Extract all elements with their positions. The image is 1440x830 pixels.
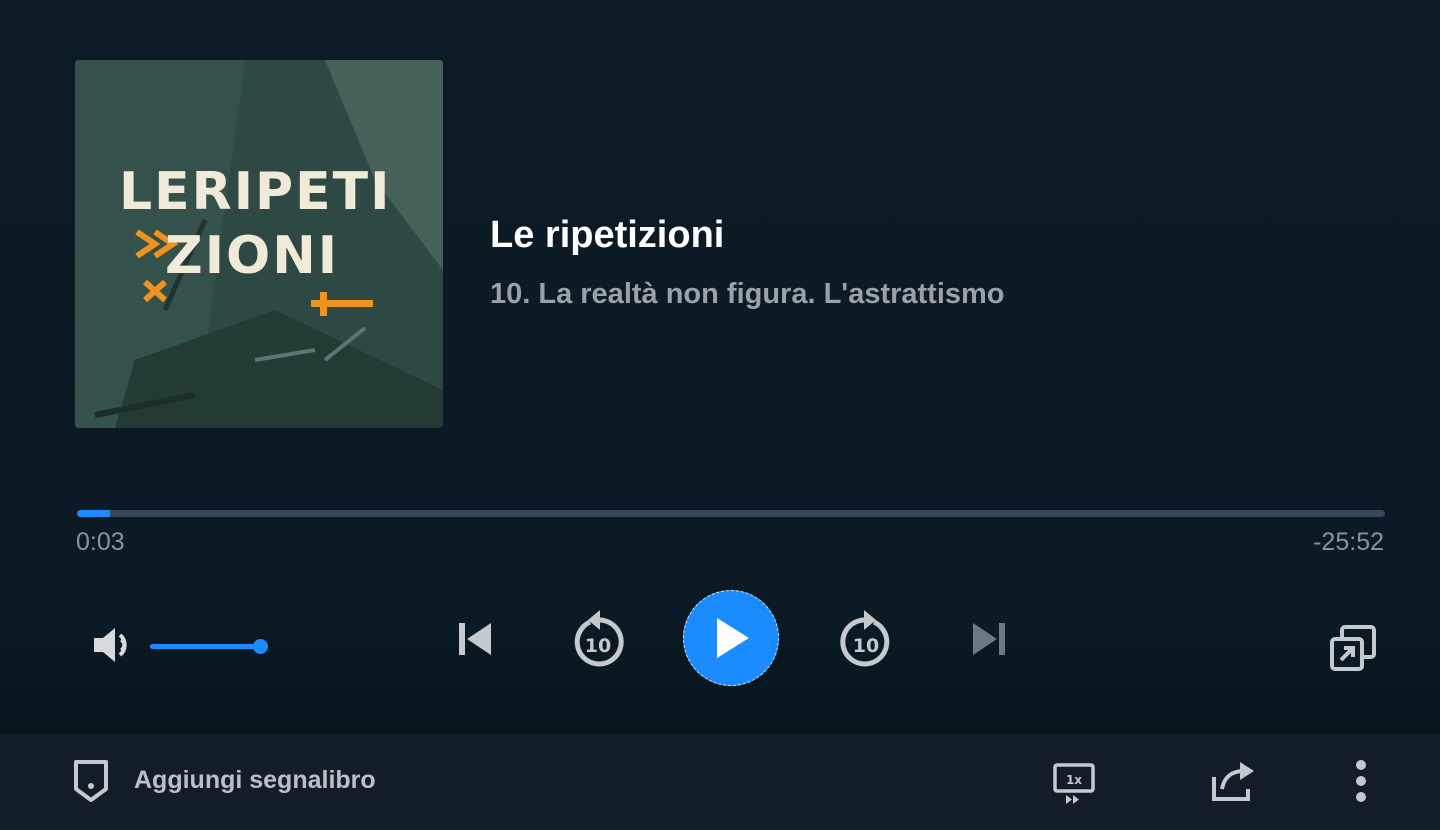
forward-10-button[interactable]: 10 [836,606,896,670]
play-button[interactable] [683,590,779,686]
volume-icon [94,628,127,662]
skip-next-icon [973,623,1005,655]
picture-in-picture-button[interactable] [1325,620,1381,676]
share-icon [1212,762,1254,801]
more-vertical-icon [1356,760,1366,802]
elapsed-time: 0:03 [76,528,125,556]
forward-10-icon: 10 [840,610,890,667]
progress-bar[interactable] [77,510,1385,517]
playback-speed-label: 1x [1066,773,1082,787]
picture-in-picture-icon [1330,625,1376,671]
skip-previous-button[interactable] [448,612,502,666]
rewind-seconds-label: 10 [585,635,611,657]
cover-logo-line2: ZIONI [165,226,340,286]
bookmark-button[interactable] [70,756,112,806]
episode-title: 10. La realtà non figura. L'astrattismo [490,278,1005,310]
more-options-button[interactable] [1344,756,1378,806]
player-panel: LERIPETI ZIONI Le ripetizioni 10. La rea… [0,0,1440,734]
share-button[interactable] [1206,756,1260,806]
progress-fill [77,510,110,517]
podcast-cover: LERIPETI ZIONI [75,60,443,428]
volume-button[interactable] [88,620,138,670]
cover-logo-text: LERIPETI ZIONI [119,160,419,288]
podcast-title: Le ripetizioni [490,214,725,256]
bookmark-icon [74,760,108,802]
bookmark-label[interactable]: Aggiungi segnalibro [134,766,376,795]
volume-knob[interactable] [253,639,268,654]
rewind-10-button[interactable]: 10 [568,606,628,670]
rewind-10-icon: 10 [574,610,624,667]
remaining-time: -25:52 [1313,528,1384,556]
volume-slider[interactable] [150,639,268,654]
skip-previous-icon [459,623,491,655]
skip-next-button[interactable] [962,612,1016,666]
forward-seconds-label: 10 [853,635,879,657]
volume-fill [150,644,260,649]
playback-speed-icon: 1x [1053,763,1095,804]
cover-logo-line1: LERIPETI [119,162,392,222]
play-icon [717,618,749,658]
playback-speed-button[interactable]: 1x [1050,760,1098,808]
